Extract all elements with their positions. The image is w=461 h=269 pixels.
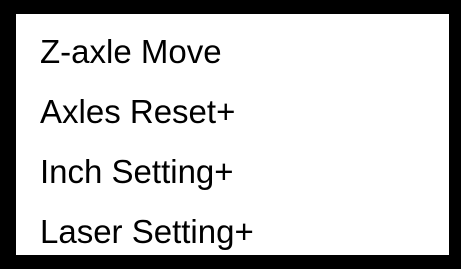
menu-list: Z-axle Move Axles Reset+ Inch Setting+ L…	[40, 22, 254, 262]
menu-item-laser-setting[interactable]: Laser Setting+	[40, 202, 254, 262]
menu-item-inch-setting[interactable]: Inch Setting+	[40, 142, 254, 202]
menu-item-z-axle-move[interactable]: Z-axle Move	[40, 22, 254, 82]
lcd-menu-screen: Z-axle Move Axles Reset+ Inch Setting+ L…	[0, 0, 461, 269]
menu-item-axles-reset[interactable]: Axles Reset+	[40, 82, 254, 142]
